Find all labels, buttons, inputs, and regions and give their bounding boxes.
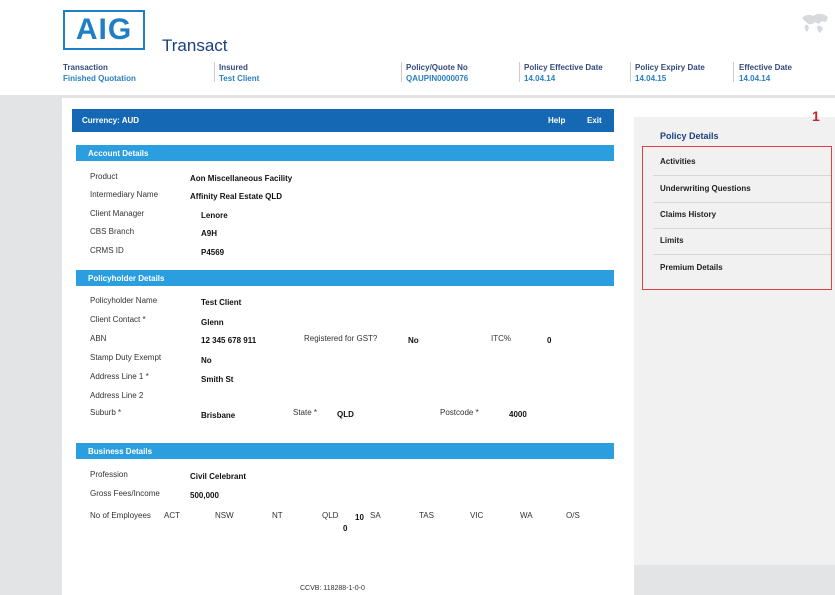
transaction-value: Finished Quotation (63, 74, 136, 83)
employees-nsw-label: NSW (215, 511, 234, 520)
address-line-1-label: Address Line 1 * (90, 372, 149, 381)
step-marker: 1 (812, 108, 820, 124)
nav-item-limits[interactable]: Limits (660, 236, 830, 245)
nav-menu-highlight: Activities Underwriting Questions Claims… (642, 146, 832, 290)
gross-fees-value: 500,000 (190, 491, 219, 500)
effective-date-value: 14.04.14 (739, 74, 771, 83)
nav-item-activities[interactable]: Activities (660, 157, 830, 166)
nav-item-underwriting-questions[interactable]: Underwriting Questions (660, 184, 830, 193)
header-divider (519, 62, 520, 82)
policy-no-label: Policy/Quote No (406, 63, 468, 72)
cbs-branch-value: A9H (201, 229, 218, 238)
right-panel-top (634, 98, 835, 117)
crms-value: P4569 (201, 248, 225, 257)
policy-expiry-label: Policy Expiry Date (635, 63, 705, 72)
gst-value: No (408, 336, 419, 345)
cbs-branch-label: CBS Branch (90, 227, 135, 236)
employees-qld-value: 10 (355, 513, 364, 522)
client-manager-value: Lenore (201, 211, 228, 220)
header-expiry-date: Policy Expiry Date 14.04.15 (635, 62, 705, 84)
product-label: Product (90, 172, 118, 181)
help-link[interactable]: Help (548, 116, 565, 125)
toolbar-divider (614, 109, 617, 132)
nav-policy-details[interactable]: Policy Details (660, 131, 719, 141)
header-divider (214, 62, 215, 82)
employees-wa-label: WA (520, 511, 533, 520)
nav-divider (653, 175, 831, 176)
employees-tas-label: TAS (419, 511, 434, 520)
intermediary-label: Intermediary Name (90, 190, 159, 199)
transaction-label: Transaction (63, 63, 108, 72)
policy-no-value: QAUPIN0000076 (406, 74, 469, 83)
effective-date-label: Effective Date (739, 63, 792, 72)
version-footer: CCVB: 118288-1-0-0 (300, 585, 365, 592)
policy-expiry-value: 14.04.15 (635, 74, 667, 83)
client-manager-label: Client Manager (90, 209, 145, 218)
address-line-2-label: Address Line 2 (90, 391, 144, 400)
postcode-label: Postcode * (440, 408, 479, 417)
stamp-duty-value: No (201, 356, 212, 365)
app-header: AIG Transact Transaction Finished Quotat… (0, 0, 835, 95)
gst-label: Registered for GST? (304, 334, 378, 343)
nav-divider (653, 254, 831, 255)
employees-qld-value-2: 0 (343, 524, 348, 533)
employees-os-label: O/S (566, 511, 580, 520)
nav-item-premium-details[interactable]: Premium Details (660, 263, 830, 272)
employees-act-label: ACT (164, 511, 180, 520)
policy-effective-value: 14.04.14 (524, 74, 556, 83)
stamp-duty-label: Stamp Duty Exempt (90, 353, 162, 362)
address-line-1-value: Smith St (201, 375, 234, 384)
business-details-header: Business Details (76, 443, 614, 459)
header-transaction: Transaction Finished Quotation (63, 62, 136, 84)
abn-value: 12 345 678 911 (201, 336, 257, 345)
header-divider (401, 62, 402, 82)
product-value: Aon Miscellaneous Facility (190, 174, 293, 183)
employees-sa-label: SA (370, 511, 381, 520)
employees-nt-label: NT (272, 511, 283, 520)
abn-label: ABN (90, 334, 107, 343)
policy-effective-label: Policy Effective Date (524, 63, 603, 72)
state-value: QLD (337, 410, 354, 419)
nav-item-claims-history[interactable]: Claims History (660, 210, 830, 219)
employees-qld-label: QLD (322, 511, 339, 520)
suburb-value: Brisbane (201, 411, 236, 420)
logo-text: AIG (75, 13, 133, 46)
itc-label: ITC% (491, 334, 511, 343)
employees-label: No of Employees (90, 511, 151, 520)
insured-value: Test Client (219, 74, 260, 83)
nav-divider (653, 228, 831, 229)
header-effective-date: Policy Effective Date 14.04.14 (524, 62, 603, 84)
postcode-value: 4000 (509, 410, 527, 419)
gross-fees-label: Gross Fees/Income (90, 489, 160, 498)
crms-label: CRMS ID (90, 246, 124, 255)
suburb-label: Suburb * (90, 408, 122, 417)
exit-link[interactable]: Exit (587, 116, 602, 125)
aig-logo: AIG (63, 10, 145, 50)
state-label: State * (293, 408, 318, 417)
client-contact-label: Client Contact * (90, 315, 146, 324)
itc-value: 0 (547, 336, 552, 345)
profession-label: Profession (90, 470, 128, 479)
app-title: Transact (162, 36, 228, 55)
header-policy-no: Policy/Quote No QAUPIN0000076 (406, 62, 468, 84)
profession-value: Civil Celebrant (190, 472, 247, 481)
currency-label: Currency: AUD (82, 116, 140, 125)
insured-label: Insured (219, 63, 248, 72)
policyholder-name-value: Test Client (201, 298, 242, 307)
header-divider (733, 62, 734, 82)
policyholder-name-label: Policyholder Name (90, 296, 158, 305)
world-map-icon (802, 13, 828, 33)
policyholder-details-header: Policyholder Details (76, 270, 614, 286)
nav-divider (653, 202, 831, 203)
main-panel (62, 98, 634, 595)
currency-toolbar: Currency: AUD Help Exit (72, 109, 617, 132)
account-details-header: Account Details (76, 145, 614, 161)
header-eff-date: Effective Date 14.04.14 (739, 62, 792, 84)
header-divider (630, 62, 631, 82)
intermediary-value: Affinity Real Estate QLD (190, 192, 283, 201)
employees-vic-label: VIC (470, 511, 484, 520)
client-contact-value: Glenn (201, 318, 224, 327)
header-insured: Insured Test Client (219, 62, 259, 84)
